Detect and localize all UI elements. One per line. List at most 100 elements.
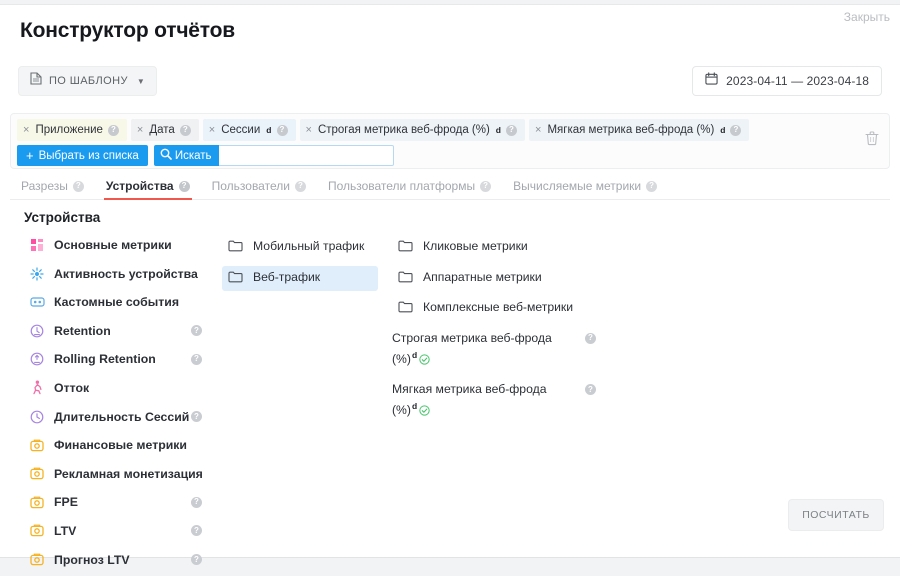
close-icon[interactable]: × [306, 124, 312, 136]
metric-group-item[interactable]: Прогноз LTV? [24, 550, 208, 570]
metric-group-item[interactable]: Кастомные события [24, 292, 208, 312]
help-icon[interactable]: ? [191, 353, 202, 365]
help-icon[interactable]: ? [179, 124, 191, 136]
metric-folder-label: Кликовые метрики [423, 239, 528, 253]
metric-group-label: FPE [54, 495, 78, 510]
help-icon[interactable]: ? [191, 325, 202, 337]
metric-group-label: LTV [54, 523, 77, 538]
folder-icon [228, 270, 244, 288]
metric-group-label: Кастомные события [54, 295, 180, 310]
tab-label: Пользователи [211, 179, 290, 193]
template-button-label: ПО ШАБЛОНУ [49, 75, 128, 87]
help-icon[interactable]: ? [730, 124, 742, 136]
help-icon[interactable]: ? [506, 124, 517, 136]
metric-group-item[interactable]: Рекламная монетизация [24, 464, 208, 484]
metric-group-item[interactable]: Retention? [24, 321, 208, 341]
section-title: Устройства [24, 210, 101, 225]
filter-chip-label: Мягкая метрика веб-фрода (%) [547, 124, 715, 136]
close-icon[interactable]: × [23, 124, 29, 136]
metric-folder-item[interactable]: Комплексные веб-метрики [392, 296, 602, 321]
chart-icon [28, 238, 46, 252]
traffic-type-item[interactable]: Мобильный трафик [222, 235, 378, 260]
date-range-picker[interactable]: 2023-04-11 — 2023-04-18 [692, 66, 882, 96]
tab-label: Пользователи платформы [327, 179, 476, 193]
traffic-type-item[interactable]: Веб-трафик [222, 265, 378, 291]
help-icon[interactable]: ? [480, 180, 492, 192]
metric-group-item[interactable]: Финансовые метрики [24, 435, 208, 455]
metric-group-label: Рекламная монетизация [54, 466, 203, 481]
folder-icon [398, 239, 414, 257]
tab-пользователи[interactable]: Пользователи? [201, 173, 317, 200]
check-icon [419, 404, 430, 421]
metric-group-label: Финансовые метрики [54, 438, 187, 453]
clock-icon [28, 410, 46, 424]
search-button[interactable]: Искать [153, 145, 219, 166]
template-button[interactable]: ПО ШАБЛОНУ ▼ [18, 66, 157, 96]
retention-icon [28, 324, 46, 338]
filter-chip-label: Приложение [35, 124, 103, 136]
delete-filters-button[interactable] [865, 130, 879, 151]
help-icon[interactable]: ? [585, 332, 596, 344]
filter-chip[interactable]: × Строгая метрика веб-фрода (%) d? [299, 119, 525, 141]
metric-group-item[interactable]: Отток [24, 378, 208, 398]
tab-вычисляемые-метрики[interactable]: Вычисляемые метрики? [502, 173, 668, 200]
metric-label: Мягкая метрика веб-фрода (%)d [392, 381, 552, 421]
search-group: Искать [153, 145, 394, 166]
money-icon [28, 467, 46, 480]
filter-chip[interactable]: × Сессии d? [202, 119, 296, 141]
plus-icon: + [26, 148, 34, 163]
tab-пользователи-платформы[interactable]: Пользователи платформы? [317, 173, 502, 200]
help-icon[interactable]: ? [191, 554, 202, 566]
metric-groups-column: Основные метрики Активность устройства Кас… [24, 235, 208, 576]
report-builder-page: Конструктор отчётов ПО ШАБЛОНУ ▼ + [0, 0, 900, 576]
metric-group-item[interactable]: Активность устройства [24, 264, 208, 284]
help-icon[interactable]: ? [585, 384, 596, 396]
metric-group-item[interactable]: Основные метрики [24, 235, 208, 255]
chevron-down-icon: ▼ [136, 76, 145, 86]
filters-panel: × Приложение? × Дата? × Сессии d? × Строгая метр… [10, 113, 890, 169]
activity-icon [28, 266, 46, 281]
tab-устройства[interactable]: Устройства? [95, 173, 201, 200]
help-icon[interactable]: ? [178, 180, 190, 192]
filter-chip-label: Дата [149, 124, 175, 136]
search-input[interactable] [218, 145, 394, 166]
traffic-type-label: Веб-трафик [253, 269, 321, 284]
help-icon[interactable]: ? [191, 411, 202, 423]
metric-group-item[interactable]: LTV? [24, 521, 208, 541]
help-icon[interactable]: ? [646, 180, 658, 192]
help-icon[interactable]: ? [294, 180, 306, 192]
money-icon [28, 524, 46, 537]
metric-group-item[interactable]: Rolling Retention? [24, 349, 208, 369]
select-from-list-button[interactable]: + Выбрать из списка [17, 145, 148, 166]
close-icon[interactable]: × [535, 124, 541, 136]
metric-group-item[interactable]: FPE? [24, 492, 208, 512]
filter-chip[interactable]: × Дата? [130, 119, 199, 141]
metric-folder-item[interactable]: Кликовые метрики [392, 235, 602, 260]
select-from-list-label: Выбрать из списка [38, 149, 139, 162]
filter-chip[interactable]: × Мягкая метрика веб-фрода (%) d? [529, 119, 750, 141]
folder-icon [228, 239, 244, 257]
metric-folder-label: Аппаратные метрики [423, 269, 542, 284]
metric-group-label: Длительность Сессий [54, 409, 190, 424]
filter-chip[interactable]: × Приложение? [17, 119, 127, 141]
help-icon[interactable]: ? [191, 496, 202, 508]
date-range-value: 2023-04-11 — 2023-04-18 [726, 74, 869, 88]
close-icon[interactable]: × [209, 124, 215, 136]
search-icon [160, 148, 172, 163]
tab-разрезы[interactable]: Разрезы? [10, 173, 95, 200]
metric-item[interactable]: Мягкая метрика веб-фрода (%)d? [392, 378, 602, 424]
close-link[interactable]: Закрыть [844, 10, 890, 24]
help-icon[interactable]: ? [72, 180, 84, 192]
metric-item[interactable]: Строгая метрика веб-фрода (%)d? [392, 327, 602, 373]
calculate-button[interactable]: ПОСЧИТАТЬ [788, 499, 884, 531]
tab-bar: Разрезы? Устройства? Пользователи? Пользова… [10, 173, 890, 200]
help-icon[interactable]: ? [276, 124, 288, 136]
help-icon[interactable]: ? [191, 525, 202, 537]
close-icon[interactable]: × [137, 124, 143, 136]
metric-group-item[interactable]: Длительность Сессий? [24, 407, 208, 427]
tab-label: Устройства [105, 179, 174, 193]
metric-folder-item[interactable]: Аппаратные метрики [392, 266, 602, 291]
help-icon[interactable]: ? [107, 124, 119, 136]
event-icon [28, 296, 46, 308]
metric-label: Строгая метрика веб-фрода (%)d [392, 330, 552, 370]
